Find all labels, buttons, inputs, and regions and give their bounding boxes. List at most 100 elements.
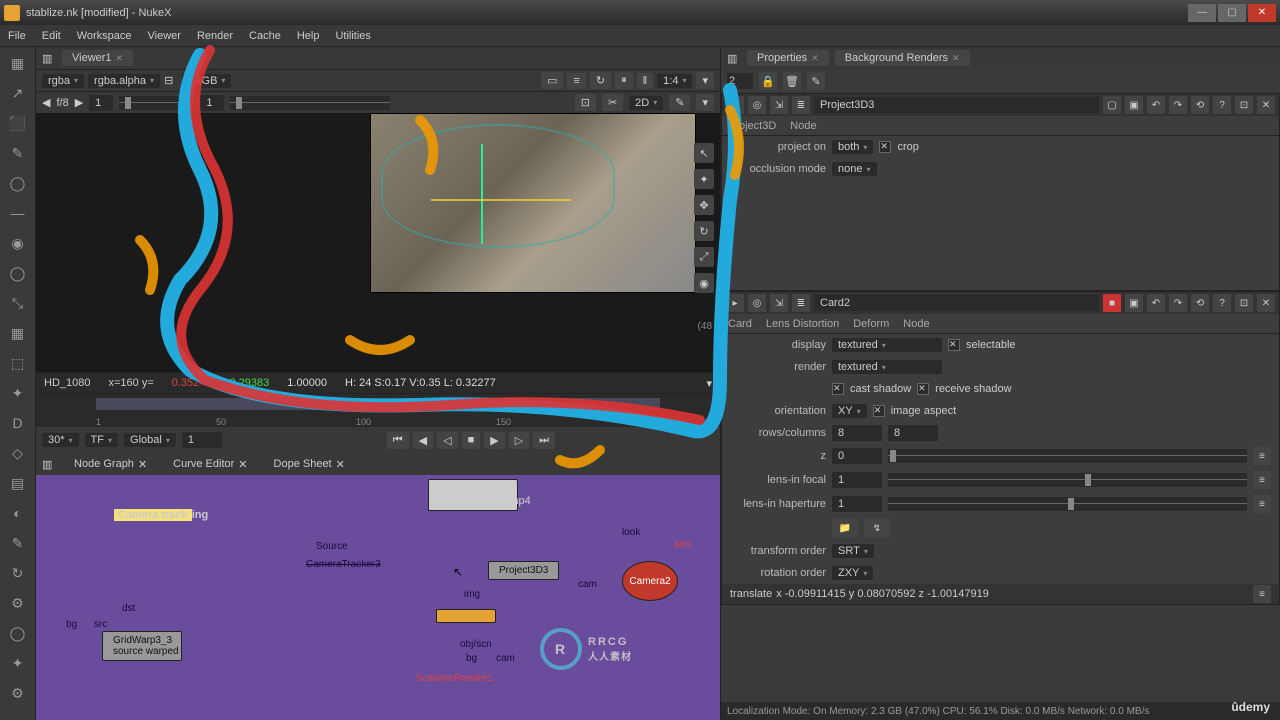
tool-icon[interactable]: ↗ bbox=[8, 83, 28, 103]
tab-card[interactable]: Card bbox=[728, 318, 752, 330]
tool-icon[interactable]: ✎ bbox=[8, 143, 28, 163]
menu-icon[interactable]: ≣ bbox=[792, 96, 810, 114]
roi-button[interactable]: ▭ bbox=[541, 72, 563, 89]
tool-icon[interactable]: D bbox=[8, 413, 28, 433]
node-gridwarp[interactable]: GridWarp3_3 source warped bbox=[102, 631, 182, 661]
node-camera[interactable]: Camera2 bbox=[622, 561, 678, 601]
rorder-select[interactable]: ZXY bbox=[832, 566, 873, 580]
timeline[interactable]: 1 50 100 150 200 200 30* TF Global 1 ⏮ ◀… bbox=[36, 393, 720, 453]
last-frame-button[interactable]: ⏭ bbox=[533, 432, 555, 449]
dd-button[interactable]: ▾ bbox=[696, 72, 714, 89]
viewer-panel[interactable]: 1428x1080 (48 ↖ ✦ ✥ ↻ ⤢ ◉ bbox=[36, 113, 720, 373]
tool-icon[interactable]: ◐ bbox=[8, 503, 28, 523]
node-graph[interactable]: Camera tracking Read14 0108_163529.mp4 S… bbox=[36, 475, 720, 720]
folder-icon[interactable]: 📁 bbox=[832, 519, 858, 537]
node-card[interactable] bbox=[436, 609, 496, 623]
info-icon[interactable]: ⊡ bbox=[1235, 96, 1253, 114]
float-icon[interactable]: ▢ bbox=[1103, 96, 1121, 114]
prev-icon[interactable]: ◀ bbox=[42, 96, 50, 109]
tab-bg-renders[interactable]: Background Renders✕ bbox=[835, 50, 970, 66]
tab-deform[interactable]: Deform bbox=[853, 318, 889, 330]
tool-icon[interactable]: ⤡ bbox=[8, 293, 28, 313]
float2-icon[interactable]: ▣ bbox=[1125, 294, 1143, 312]
collapse-icon[interactable]: ▸ bbox=[726, 96, 744, 114]
snap-icon[interactable]: ↯ bbox=[864, 519, 890, 537]
revert-icon[interactable]: ⟲ bbox=[1191, 294, 1209, 312]
close-button[interactable]: ✕ bbox=[1248, 4, 1276, 22]
menu-help[interactable]: Help bbox=[297, 30, 320, 42]
scope-select[interactable]: Global bbox=[124, 433, 176, 447]
first-frame-button[interactable]: ⏮ bbox=[387, 432, 409, 449]
stop-button[interactable]: ■ bbox=[462, 432, 481, 449]
menu-workspace[interactable]: Workspace bbox=[77, 30, 132, 42]
orientation-select[interactable]: XY bbox=[832, 404, 867, 418]
pause2-button[interactable]: ‖ bbox=[637, 73, 654, 89]
wipe-button[interactable]: ✂ bbox=[602, 94, 623, 111]
tool-icon[interactable]: ◯ bbox=[8, 173, 28, 193]
tab-curve-editor[interactable]: Curve Editor✕ bbox=[165, 456, 255, 473]
anim-icon[interactable]: ≡ bbox=[1253, 447, 1271, 465]
more-icon[interactable]: ▾ bbox=[696, 94, 714, 111]
tab-lensdist[interactable]: Lens Distortion bbox=[766, 318, 839, 330]
tab-properties[interactable]: Properties✕ bbox=[747, 50, 829, 66]
focal-input[interactable]: 1 bbox=[832, 472, 882, 488]
redo-icon[interactable]: ↷ bbox=[1169, 294, 1187, 312]
snap-icon[interactable]: ⇲ bbox=[770, 294, 788, 312]
redo-icon[interactable]: ↷ bbox=[1169, 96, 1187, 114]
snap-icon[interactable]: ⇲ bbox=[770, 96, 788, 114]
close-icon[interactable]: ✕ bbox=[811, 53, 819, 64]
tool-icon[interactable]: — bbox=[8, 203, 28, 223]
play-button[interactable]: ▶ bbox=[484, 432, 504, 449]
focal-slider[interactable] bbox=[888, 473, 1247, 487]
close-panel-icon[interactable]: ✕ bbox=[1257, 294, 1275, 312]
cols-input[interactable]: 8 bbox=[888, 425, 938, 441]
lut-select[interactable]: sRGB bbox=[182, 74, 231, 88]
undo-icon[interactable]: ↶ bbox=[1147, 96, 1165, 114]
edit-icon[interactable]: ✎ bbox=[807, 72, 825, 90]
close-icon[interactable]: ✕ bbox=[138, 458, 147, 471]
z-input[interactable]: 0 bbox=[832, 448, 882, 464]
minimize-button[interactable]: — bbox=[1188, 4, 1216, 22]
tab-dope-sheet[interactable]: Dope Sheet✕ bbox=[266, 456, 353, 473]
play-back-button[interactable]: ◁ bbox=[437, 432, 457, 449]
tab-project3d[interactable]: Project3D bbox=[728, 120, 776, 132]
float-icon[interactable]: ▥ bbox=[42, 458, 56, 471]
close-panel-icon[interactable]: ✕ bbox=[1257, 96, 1275, 114]
tool-icon[interactable]: ◇ bbox=[8, 443, 28, 463]
tool-icon[interactable]: ✦ bbox=[8, 383, 28, 403]
gain-input[interactable]: 1 bbox=[89, 95, 113, 111]
lock-icon[interactable]: 🔒 bbox=[759, 72, 777, 90]
maximize-button[interactable]: ▢ bbox=[1218, 4, 1246, 22]
info-icon[interactable]: ⊡ bbox=[1235, 294, 1253, 312]
close-icon[interactable]: ✕ bbox=[336, 458, 345, 471]
pause-button[interactable]: ⏸ bbox=[615, 72, 633, 89]
tool-icon[interactable]: ✦ bbox=[8, 653, 28, 673]
tool-icon[interactable]: ↻ bbox=[8, 563, 28, 583]
revert-icon[interactable]: ⟲ bbox=[1191, 96, 1209, 114]
clip-icon[interactable]: ⊟ bbox=[164, 74, 178, 87]
select-tool-icon[interactable]: ↖ bbox=[694, 143, 714, 163]
tool-icon[interactable]: ▤ bbox=[8, 473, 28, 493]
menu-edit[interactable]: Edit bbox=[42, 30, 61, 42]
node-read[interactable]: Read14 0108_163529.mp4 bbox=[428, 479, 518, 511]
close-icon[interactable]: ✕ bbox=[116, 53, 124, 64]
lines-button[interactable]: ≡ bbox=[567, 73, 585, 89]
tool-icon[interactable]: ▦ bbox=[8, 53, 28, 73]
tool-icon[interactable]: ◯ bbox=[8, 263, 28, 283]
help-icon[interactable]: ? bbox=[1213, 96, 1231, 114]
center-icon[interactable]: ◎ bbox=[748, 96, 766, 114]
panel-title[interactable]: Card2 bbox=[814, 295, 1099, 311]
panel-count[interactable] bbox=[727, 73, 753, 89]
cast-shadow-checkbox[interactable] bbox=[832, 383, 844, 395]
render-select[interactable]: textured bbox=[832, 360, 942, 374]
dd-icon[interactable]: ▾ bbox=[706, 377, 712, 390]
gamma-icon[interactable]: ↗ bbox=[185, 96, 194, 109]
close-icon[interactable]: ✕ bbox=[238, 458, 247, 471]
scale-tool-icon[interactable]: ⤢ bbox=[694, 247, 714, 267]
anim-icon[interactable]: ≡ bbox=[1253, 585, 1271, 603]
viewer-image[interactable] bbox=[370, 113, 696, 293]
node-project3d[interactable]: Project3D3 bbox=[488, 561, 559, 580]
translate-value[interactable]: x -0.09911415 y 0.08070592 z -1.00147919 bbox=[776, 588, 989, 600]
occlusion-select[interactable]: none bbox=[832, 162, 877, 176]
anim-icon[interactable]: ≡ bbox=[1253, 471, 1271, 489]
